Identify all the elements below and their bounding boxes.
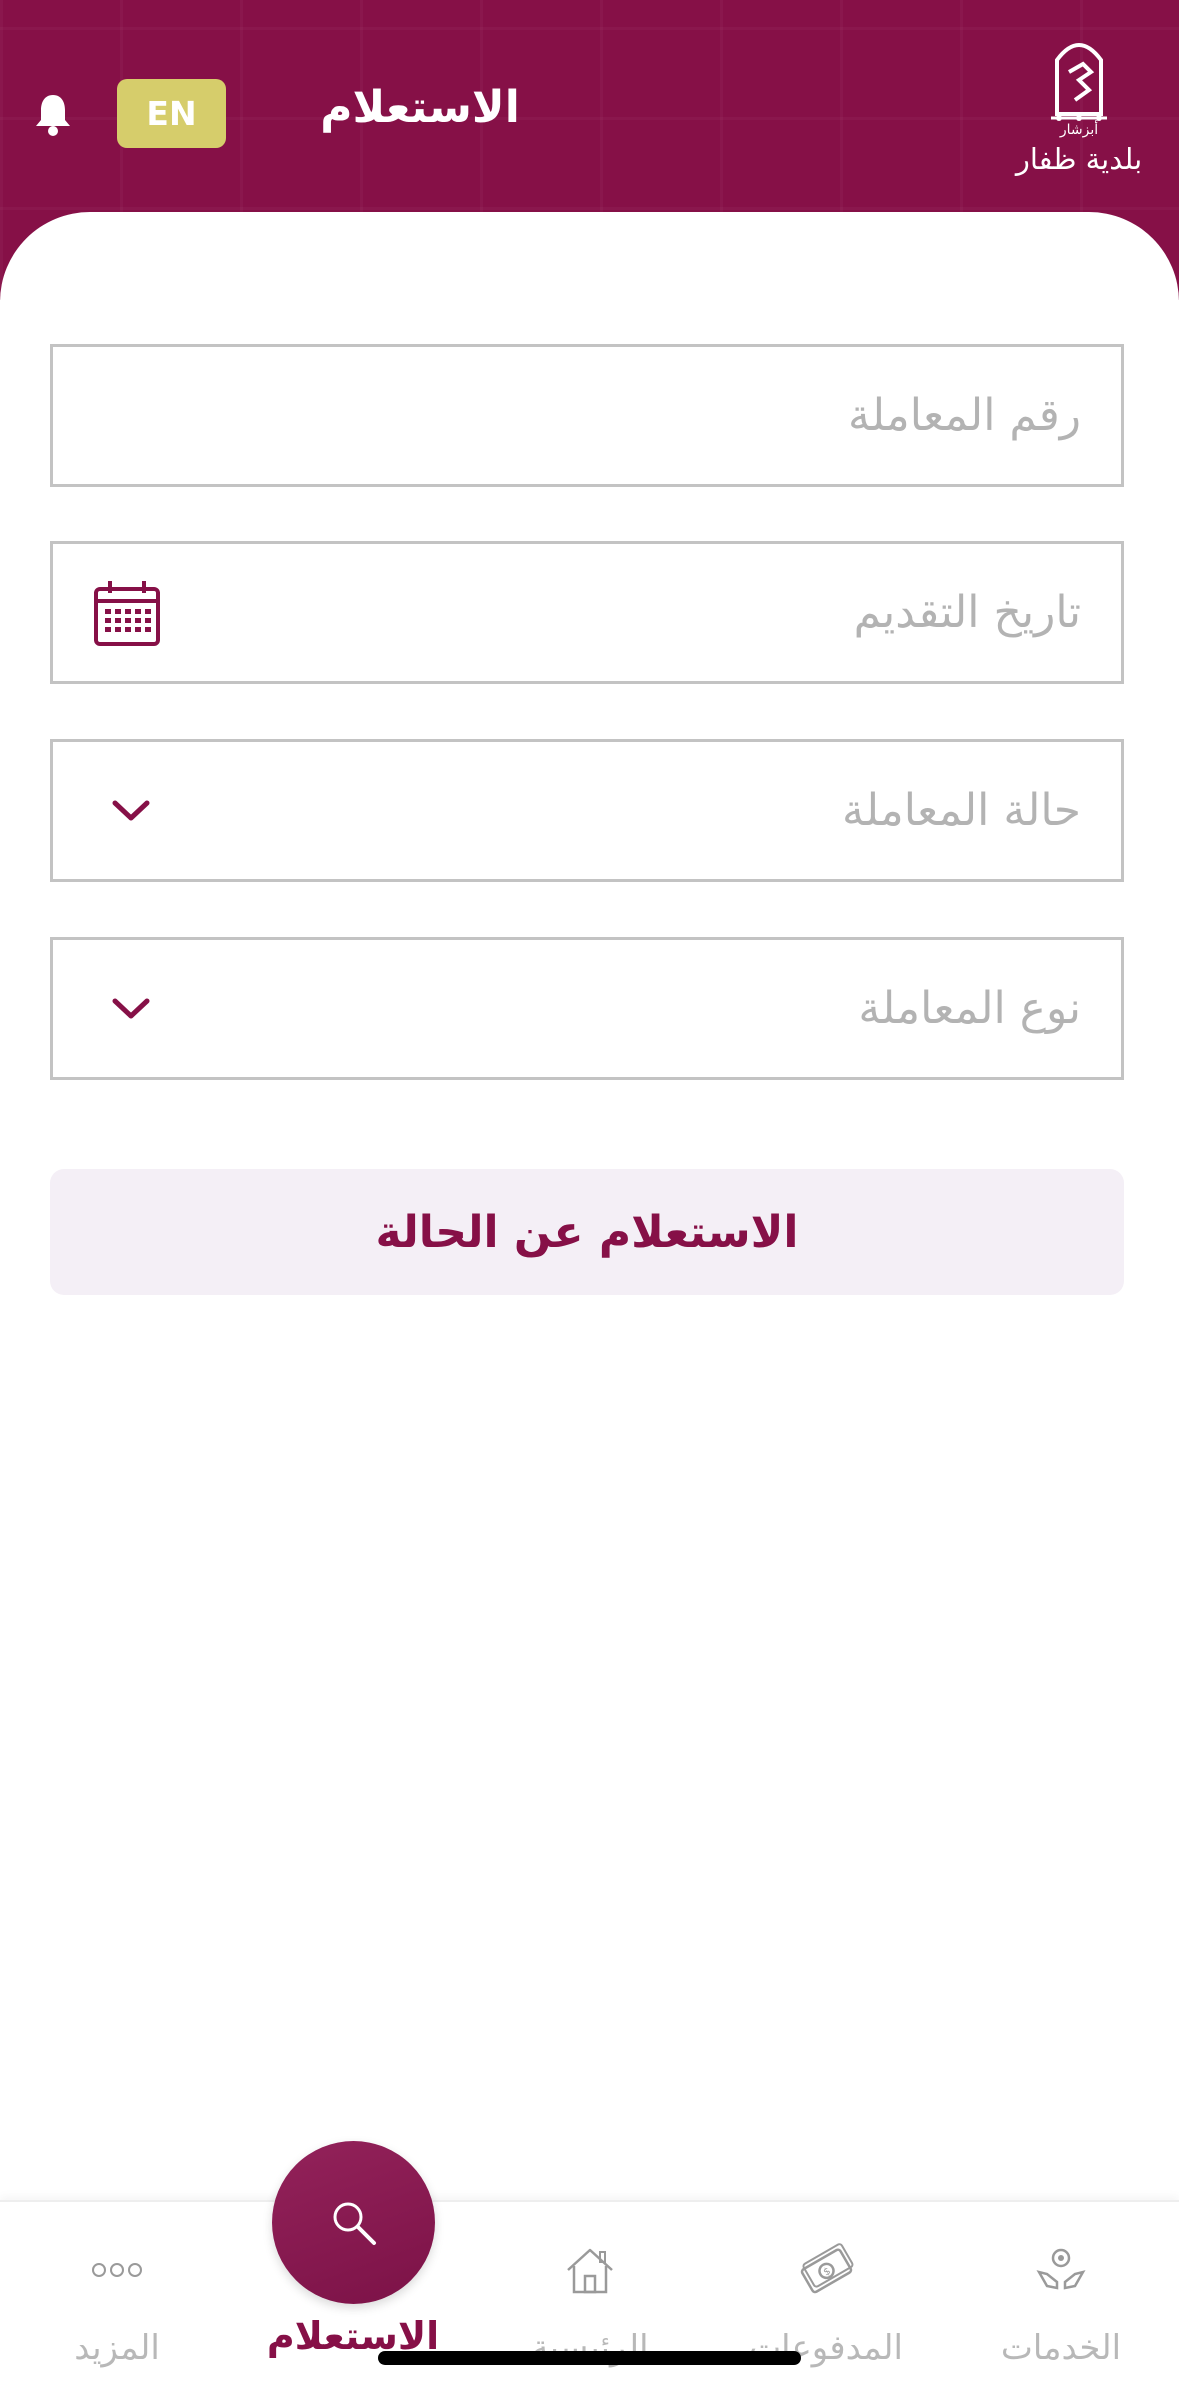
bottom-tab-bar: الخدمات $ المدفوعات الرئيسية الاستعلام ا… [0, 2200, 1179, 2395]
submission-date-placeholder: تاريخ التقديم [853, 587, 1081, 638]
search-fab-button[interactable] [272, 2141, 435, 2304]
payments-icon: $ [726, 2240, 926, 2300]
transaction-number-placeholder: رقم المعاملة [848, 390, 1081, 441]
page-title: الاستعلام [320, 82, 520, 133]
tab-services-label: الخدمات [1000, 2328, 1122, 2368]
chevron-down-icon[interactable] [111, 940, 151, 1077]
transaction-status-select[interactable]: حالة المعاملة [50, 739, 1124, 882]
more-icon [17, 2240, 217, 2300]
tab-more[interactable]: المزيد [17, 2202, 217, 2395]
tab-more-label: المزيد [74, 2328, 160, 2368]
transaction-status-placeholder: حالة المعاملة [841, 785, 1081, 836]
logo-emblem-icon [1051, 43, 1107, 121]
content-sheet [0, 212, 1179, 2393]
home-icon [490, 2240, 690, 2300]
tab-home[interactable]: الرئيسية [490, 2202, 690, 2395]
calendar-icon[interactable] [93, 544, 161, 681]
transaction-type-placeholder: نوع المعاملة [858, 983, 1081, 1034]
logo-text: بلدية ظفار [1015, 142, 1143, 176]
inquire-status-button[interactable]: الاستعلام عن الحالة [50, 1169, 1124, 1295]
tab-services[interactable]: الخدمات [961, 2202, 1161, 2395]
logo-small-text: أبزشار [1059, 122, 1099, 138]
home-indicator [378, 2351, 801, 2365]
submission-date-field[interactable]: تاريخ التقديم [50, 541, 1124, 684]
transaction-number-field[interactable]: رقم المعاملة [50, 344, 1124, 487]
services-icon [961, 2240, 1161, 2300]
tab-payments[interactable]: $ المدفوعات [726, 2202, 926, 2395]
municipality-logo: أبزشار بلدية ظفار [1009, 30, 1149, 200]
language-toggle-button[interactable]: EN [117, 79, 226, 148]
transaction-type-select[interactable]: نوع المعاملة [50, 937, 1124, 1080]
search-icon [333, 2202, 376, 2245]
bell-icon[interactable] [33, 92, 73, 136]
chevron-down-icon[interactable] [111, 742, 151, 879]
